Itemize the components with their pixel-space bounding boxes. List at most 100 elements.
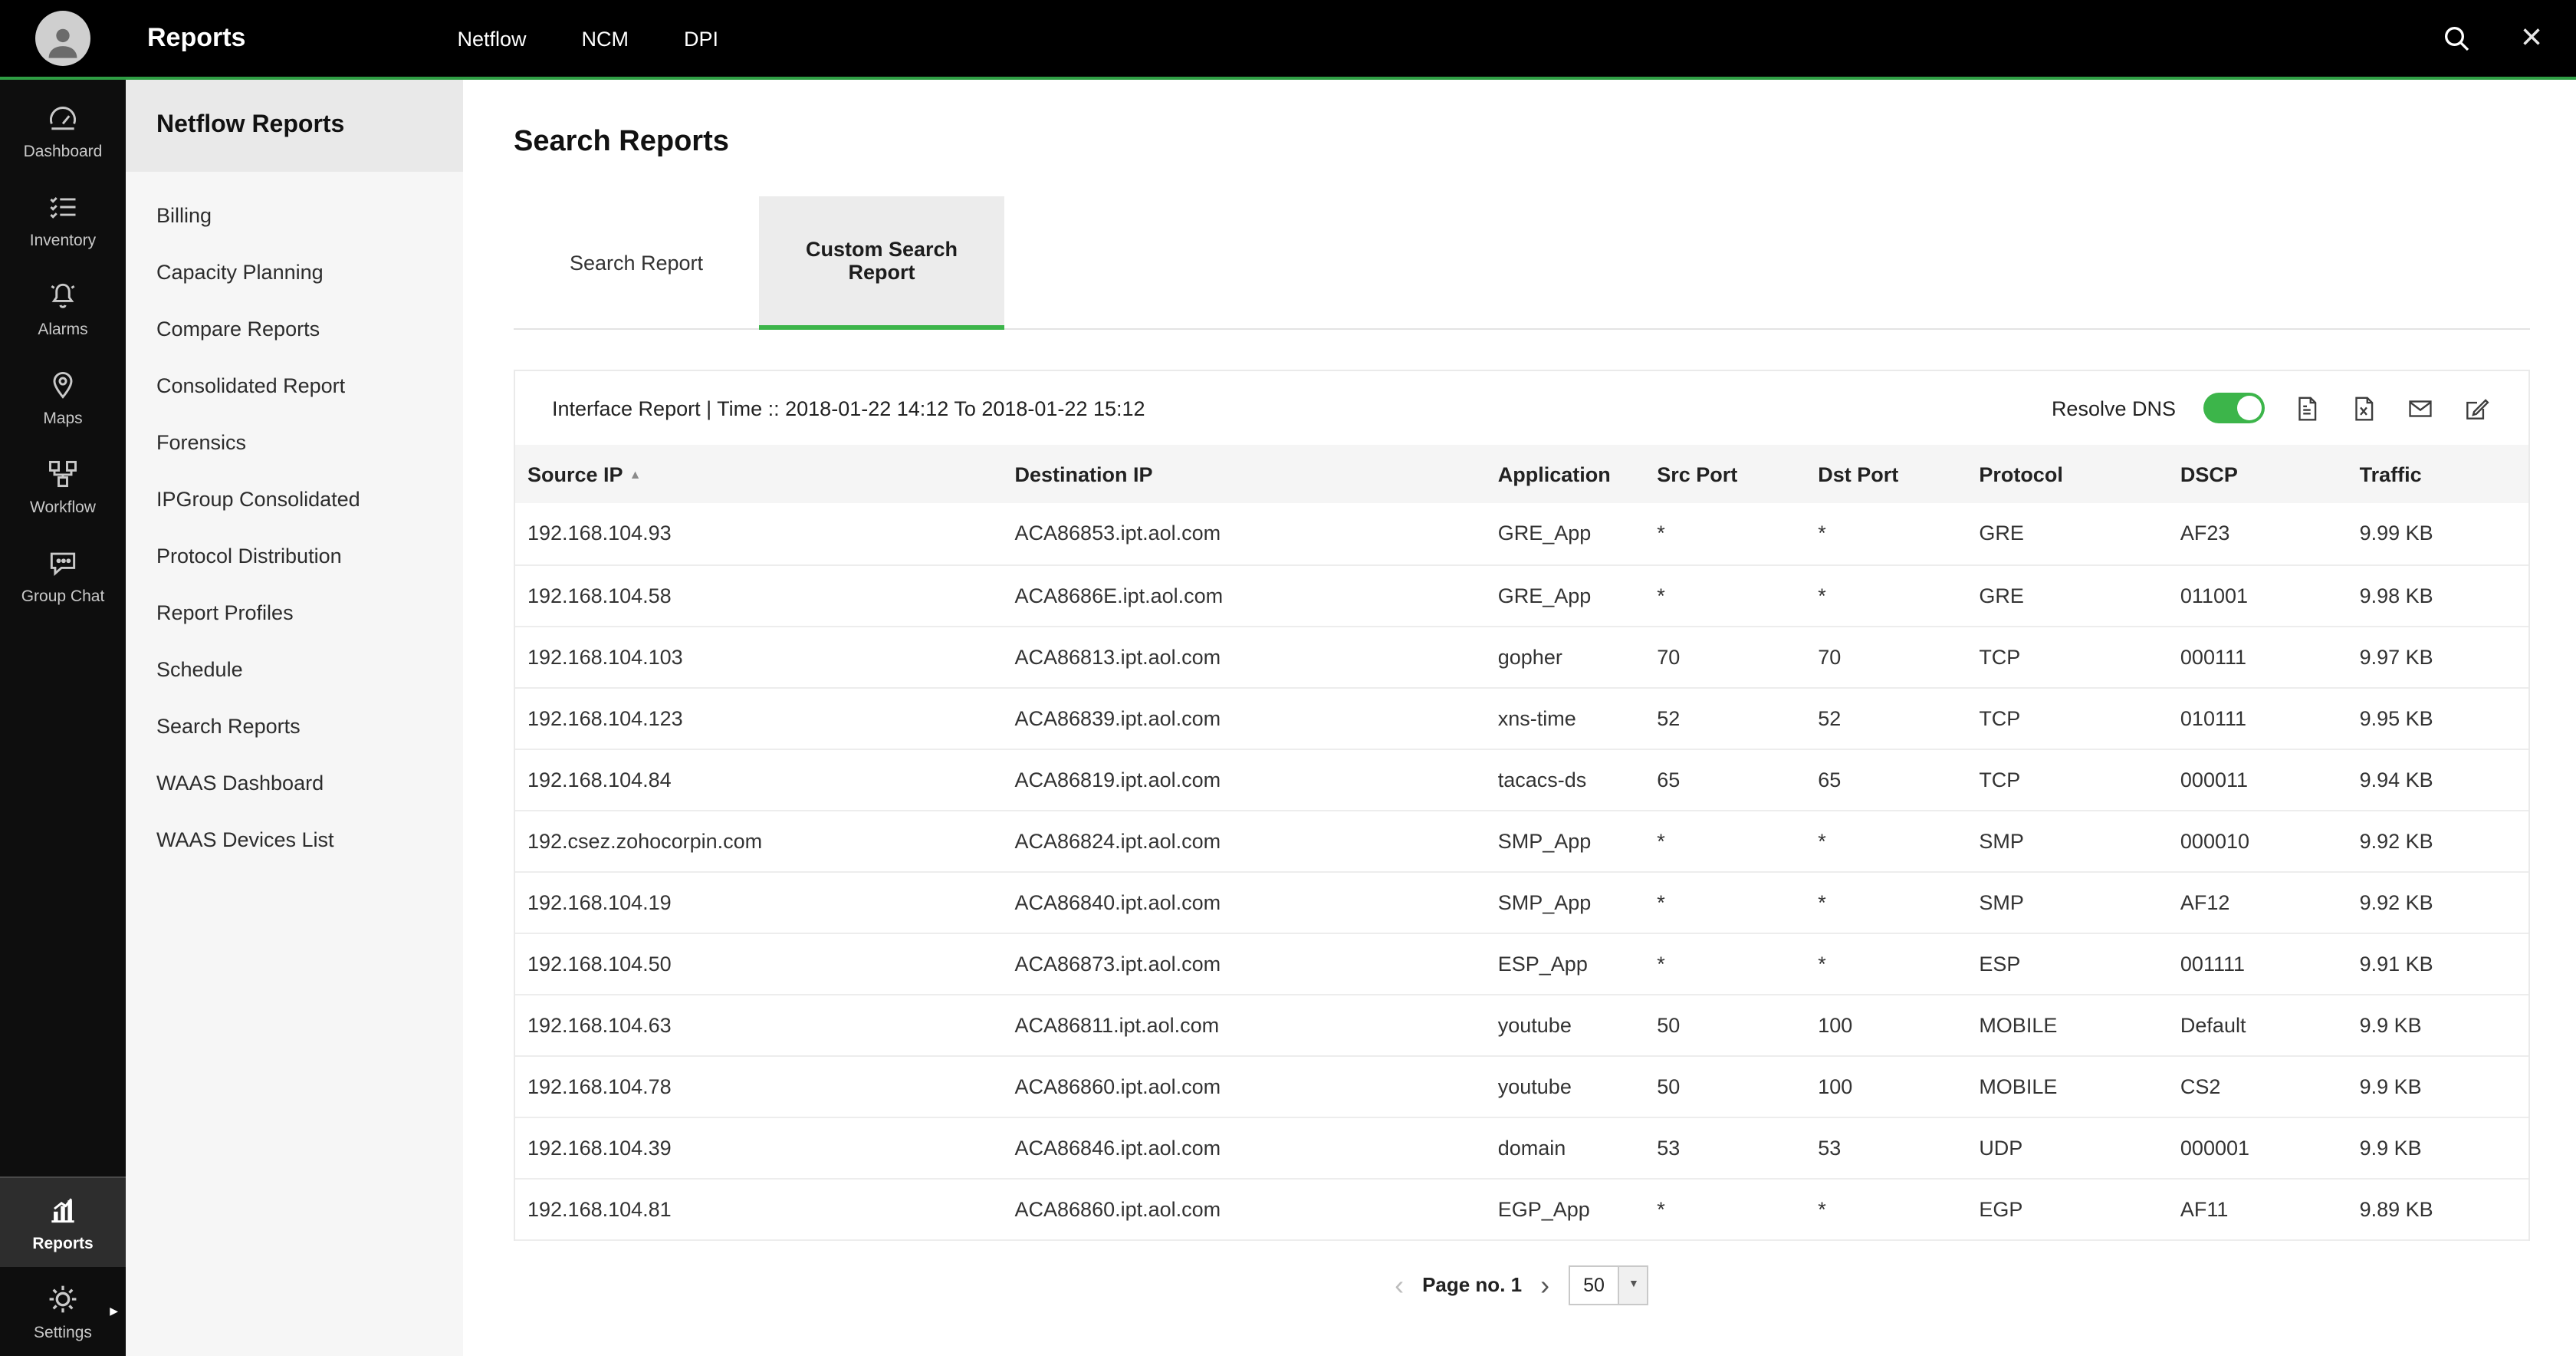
table-row[interactable]: 192.168.104.39ACA86846.ipt.aol.comdomain… (515, 1117, 2528, 1178)
cell-destination-ip: ACA8686E.ipt.aol.com (1003, 564, 1486, 626)
column-header-src-port[interactable]: Src Port (1644, 445, 1806, 503)
cell-traffic: 9.95 KB (2348, 687, 2528, 749)
avatar[interactable] (35, 11, 90, 66)
cell-dscp: 000011 (2168, 749, 2348, 810)
cell-application: tacacs-ds (1486, 749, 1644, 810)
nav-item-dpi[interactable]: DPI (684, 27, 718, 50)
cell-src-port: 70 (1644, 626, 1806, 687)
page-size-select[interactable]: 50 ▼ (1568, 1265, 1649, 1305)
email-report-icon[interactable] (2406, 393, 2435, 423)
cell-protocol: SMP (1967, 810, 2168, 871)
table-row[interactable]: 192.168.104.63ACA86811.ipt.aol.comyoutub… (515, 994, 2528, 1055)
next-page-icon[interactable]: › (1540, 1271, 1549, 1298)
cell-traffic: 9.98 KB (2348, 564, 2528, 626)
sidebar-item-schedule[interactable]: Schedule (126, 641, 463, 698)
tab-bar: Search Report Custom Search Report (514, 196, 2530, 330)
cell-src-port: 52 (1644, 687, 1806, 749)
cell-src-port: * (1644, 933, 1806, 994)
cell-dst-port: 100 (1806, 994, 1967, 1055)
cell-traffic: 9.92 KB (2348, 810, 2528, 871)
excel-export-icon[interactable] (2349, 393, 2378, 423)
cell-application: GRE_App (1486, 503, 1644, 564)
edit-report-icon[interactable] (2463, 393, 2492, 423)
nav-item-netflow[interactable]: Netflow (457, 27, 526, 50)
table-row[interactable]: 192.168.104.58ACA8686E.ipt.aol.comGRE_Ap… (515, 564, 2528, 626)
cell-dst-port: * (1806, 503, 1967, 564)
table-row[interactable]: 192.168.104.78ACA86860.ipt.aol.comyoutub… (515, 1055, 2528, 1117)
table-row[interactable]: 192.168.104.123ACA86839.ipt.aol.comxns-t… (515, 687, 2528, 749)
sidebar-item-protocol-distribution[interactable]: Protocol Distribution (126, 528, 463, 584)
rail-item-label: Alarms (38, 321, 87, 339)
cell-src-port: 50 (1644, 1055, 1806, 1117)
rail-item-workflow[interactable]: Workflow (0, 442, 126, 531)
table-row[interactable]: 192.168.104.84ACA86819.ipt.aol.comtacacs… (515, 749, 2528, 810)
alarm-bell-icon (46, 279, 80, 313)
rail-item-reports[interactable]: Reports (0, 1176, 126, 1267)
sidebar-item-ipgroup-consolidated[interactable]: IPGroup Consolidated (126, 471, 463, 528)
column-header-dst-port[interactable]: Dst Port (1806, 445, 1967, 503)
sidebar-item-waas-devices-list[interactable]: WAAS Devices List (126, 811, 463, 868)
column-header-protocol[interactable]: Protocol (1967, 445, 2168, 503)
cell-dscp: 000001 (2168, 1117, 2348, 1178)
column-header-source-ip[interactable]: Source IP▲ (515, 445, 1003, 503)
sidebar-item-forensics[interactable]: Forensics (126, 414, 463, 471)
cell-protocol: MOBILE (1967, 1055, 2168, 1117)
cell-application: domain (1486, 1117, 1644, 1178)
reports-chart-icon (46, 1193, 80, 1227)
sidebar-item-capacity-planning[interactable]: Capacity Planning (126, 244, 463, 301)
sidebar-item-compare-reports[interactable]: Compare Reports (126, 301, 463, 357)
cell-traffic: 9.92 KB (2348, 871, 2528, 933)
pdf-export-icon[interactable] (2292, 393, 2321, 423)
cell-source-ip: 192.csez.zohocorpin.com (515, 810, 1003, 871)
rail-item-settings[interactable]: Settings ▶ (0, 1267, 126, 1356)
sidebar-item-consolidated-report[interactable]: Consolidated Report (126, 357, 463, 414)
rail-item-inventory[interactable]: Inventory (0, 175, 126, 264)
cell-source-ip: 192.168.104.58 (515, 564, 1003, 626)
close-icon[interactable]: × (2521, 20, 2542, 57)
cell-src-port: 50 (1644, 994, 1806, 1055)
pagination: ‹ Page no. 1 › 50 ▼ (514, 1265, 2530, 1305)
user-avatar[interactable] (0, 11, 126, 66)
tab-custom-search-report[interactable]: Custom Search Report (759, 196, 1004, 330)
rail-item-dashboard[interactable]: Dashboard (0, 86, 126, 175)
cell-destination-ip: ACA86824.ipt.aol.com (1003, 810, 1486, 871)
sidebar-item-waas-dashboard[interactable]: WAAS Dashboard (126, 755, 463, 811)
toggle-knob (2237, 396, 2262, 420)
main-content: Search Reports Search Report Custom Sear… (463, 80, 2576, 1356)
table-row[interactable]: 192.168.104.93ACA86853.ipt.aol.comGRE_Ap… (515, 503, 2528, 564)
inventory-list-icon (46, 190, 80, 224)
sidebar-item-search-reports[interactable]: Search Reports (126, 698, 463, 755)
rail-item-maps[interactable]: Maps (0, 353, 126, 442)
cell-application: SMP_App (1486, 810, 1644, 871)
column-header-application[interactable]: Application (1486, 445, 1644, 503)
dashboard-gauge-icon (46, 101, 80, 135)
column-header-destination-ip[interactable]: Destination IP (1003, 445, 1486, 503)
column-header-traffic[interactable]: Traffic (2348, 445, 2528, 503)
resolve-dns-toggle[interactable] (2203, 393, 2265, 423)
column-header-dscp[interactable]: DSCP (2168, 445, 2348, 503)
rail-item-group-chat[interactable]: Group Chat (0, 531, 126, 620)
sidebar: Netflow Reports Billing Capacity Plannin… (126, 80, 463, 1356)
cell-dscp: Default (2168, 994, 2348, 1055)
nav-item-ncm[interactable]: NCM (582, 27, 629, 50)
sidebar-item-report-profiles[interactable]: Report Profiles (126, 584, 463, 641)
cell-protocol: ESP (1967, 933, 2168, 994)
cell-source-ip: 192.168.104.50 (515, 933, 1003, 994)
search-icon[interactable] (2441, 23, 2472, 54)
sidebar-item-billing[interactable]: Billing (126, 187, 463, 244)
cell-dscp: 001111 (2168, 933, 2348, 994)
cell-dst-port: 100 (1806, 1055, 1967, 1117)
report-panel: Interface Report | Time :: 2018-01-22 14… (514, 370, 2530, 1240)
cell-source-ip: 192.168.104.78 (515, 1055, 1003, 1117)
table-row[interactable]: 192.168.104.103ACA86813.ipt.aol.comgophe… (515, 626, 2528, 687)
prev-page-icon[interactable]: ‹ (1395, 1271, 1404, 1298)
rail-item-alarms[interactable]: Alarms (0, 264, 126, 353)
tab-search-report[interactable]: Search Report (514, 196, 759, 328)
cell-dscp: 000111 (2168, 626, 2348, 687)
cell-destination-ip: ACA86853.ipt.aol.com (1003, 503, 1486, 564)
table-row[interactable]: 192.csez.zohocorpin.comACA86824.ipt.aol.… (515, 810, 2528, 871)
table-row[interactable]: 192.168.104.81ACA86860.ipt.aol.comEGP_Ap… (515, 1178, 2528, 1239)
table-row[interactable]: 192.168.104.50ACA86873.ipt.aol.comESP_Ap… (515, 933, 2528, 994)
table-row[interactable]: 192.168.104.19ACA86840.ipt.aol.comSMP_Ap… (515, 871, 2528, 933)
cell-protocol: EGP (1967, 1178, 2168, 1239)
